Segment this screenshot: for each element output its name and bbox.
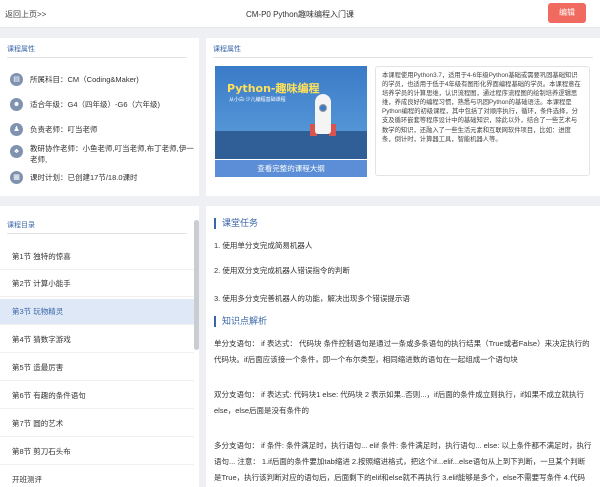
section-title-tasks: 课堂任务 [214, 218, 258, 229]
course-title: CM-P0 Python趣味编程入门课 [245, 10, 355, 19]
course-cover-image: Python-趣味编程 从小白·少儿编程基础课程 [215, 66, 367, 159]
attr-collaborators: ♣ 教研协作老师：小鱼老师,叮当老师,布丁老师,伊一老师, [10, 143, 195, 165]
book-icon: ▤ [10, 73, 23, 86]
calendar-icon: ▦ [10, 171, 23, 184]
knowledge-paragraph: 单分支语句： if 表达式： 代码块 条件控制语句是通过一条或多条语句的执行结果… [214, 339, 590, 364]
catalog-item[interactable]: 第4节 猜数字游戏 [0, 327, 194, 353]
attr-label: 负责老师： [30, 125, 68, 134]
task-item: 3. 使用多分支完善机器人的功能，解决出现多个错误提示语 [214, 294, 410, 303]
top-bar: 返回上页>> CM-P0 Python趣味编程入门课 编辑 [0, 0, 600, 28]
attr-label: 课时计划： [30, 173, 68, 182]
catalog-item[interactable]: 第1节 独特的惊喜 [0, 244, 194, 270]
catalog-item[interactable]: 第2节 计算小能手 [0, 271, 194, 297]
course-description: 本课程使用Python3.7，适用于4-6年级Python基础或需要巩固基础知识… [375, 66, 590, 176]
cover-title: Python-趣味编程 [227, 82, 320, 95]
edit-button[interactable]: 编辑 [548, 3, 586, 23]
divider [7, 57, 187, 58]
attr-value: CM（Coding&Maker) [67, 75, 139, 84]
rocket-icon [315, 94, 331, 134]
rocket-window [319, 104, 327, 112]
knowledge-paragraph: 双分支语句： if 表达式: 代码块1 else: 代码块 2 表示如果..否则… [214, 390, 585, 415]
team-icon: ♣ [10, 145, 23, 158]
task-item: 2. 使用双分支完成机器人错误指令的判断 [214, 266, 350, 275]
section-title-knowledge: 知识点解析 [214, 316, 267, 327]
task-item: 1. 使用单分支完成简易机器人 [214, 241, 313, 250]
people-icon: ☻ [10, 98, 23, 111]
view-outline-button[interactable]: 查看完整的课程大纲 [215, 160, 367, 177]
attr-value: 已创建17节/18.0课时 [67, 173, 138, 182]
catalog-item[interactable]: 第5节 造最厉害 [0, 355, 194, 381]
attr-teacher: ♟ 负责老师： 叮当老师 [10, 123, 195, 136]
knowledge-paragraph: 多分支语句： if 条件: 条件满足时，执行语句... elif 条件: 条件满… [214, 441, 592, 482]
attr-subject: ▤ 所属科目： CM（Coding&Maker) [10, 73, 195, 86]
attr-label: 适合年级： [30, 100, 68, 109]
attr-value: G4（四年级）-G6（六年级) [67, 100, 161, 109]
panel-title: 课程属性 [7, 46, 35, 53]
catalog-item[interactable]: 开班测评 [0, 467, 194, 487]
cover-ground [215, 131, 367, 159]
attr-text: 教研协作老师：小鱼老师,叮当老师,布丁老师,伊一老师, [30, 143, 195, 165]
divider [213, 57, 593, 58]
panel-title: 课程目录 [7, 222, 35, 229]
panel-title: 课程属性 [213, 46, 241, 53]
attr-value: 叮当老师 [67, 125, 98, 134]
catalog-item-active[interactable]: 第3节 玩物精灵 [0, 299, 194, 325]
attr-schedule: ▦ 课时计划： 已创建17节/18.0课时 [10, 171, 195, 184]
attr-label: 所属科目： [30, 75, 68, 84]
attr-label: 教研协作老师： [30, 144, 83, 153]
catalog-item[interactable]: 第6节 有趣的条件语句 [0, 383, 194, 409]
catalog-item[interactable]: 第8节 剪刀石头布 [0, 439, 194, 465]
divider [7, 233, 187, 234]
catalog-scrollbar[interactable] [194, 220, 199, 350]
teacher-icon: ♟ [10, 123, 23, 136]
cover-subtitle: 从小白·少儿编程基础课程 [229, 97, 286, 103]
catalog-item[interactable]: 第7节 圆的艺术 [0, 411, 194, 437]
attr-grade: ☻ 适合年级： G4（四年级）-G6（六年级) [10, 98, 195, 111]
